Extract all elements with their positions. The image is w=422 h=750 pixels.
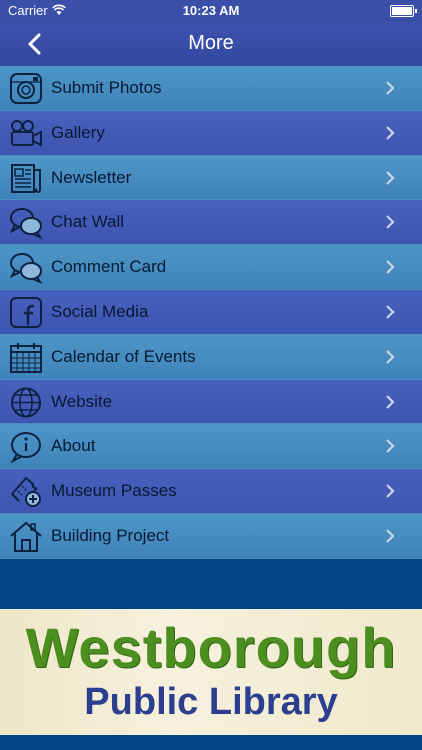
info-bubble-icon [10, 432, 41, 464]
chevron-right-icon [386, 484, 395, 498]
ticket-add-icon [11, 476, 41, 508]
menu-item-gallery[interactable]: Gallery [0, 110, 422, 156]
navigation-bar: More [0, 22, 422, 66]
comment-bubbles-icon [9, 253, 43, 285]
facebook-icon [10, 296, 42, 328]
menu-item-label: Submit Photos [51, 78, 162, 97]
menu-item-newsletter[interactable]: Newsletter [0, 155, 422, 201]
menu-item-label: Museum Passes [51, 481, 177, 501]
chevron-right-icon [386, 529, 395, 543]
footer-strip [0, 735, 422, 750]
menu-item-label: Building Project [51, 525, 170, 545]
chevron-right-icon [386, 126, 395, 140]
chevron-right-icon [386, 215, 395, 230]
menu-item-chat-wall[interactable]: Chat Wall [0, 200, 422, 246]
menu-item-about[interactable]: About [0, 424, 422, 470]
menu-item-label: Gallery [51, 122, 105, 142]
chevron-right-icon [386, 260, 395, 274]
chevron-right-icon [386, 305, 395, 319]
battery-icon [390, 5, 417, 17]
menu-item-label: Calendar of Events [51, 346, 196, 366]
menu-item-website[interactable]: Website [0, 379, 422, 425]
library-logo-banner[interactable]: Westborough Public Library [0, 609, 422, 735]
newspaper-icon [11, 163, 41, 193]
menu-item-label: About [51, 436, 96, 456]
menu-item-submit-photos[interactable]: Submit Photos [0, 66, 422, 111]
camera-icon [10, 73, 42, 104]
video-camera-icon [11, 119, 42, 147]
chevron-right-icon [386, 394, 395, 409]
calendar-icon [10, 342, 42, 373]
house-icon [10, 521, 42, 552]
chat-bubbles-icon [9, 208, 43, 240]
menu-item-comment-card[interactable]: Comment Card [0, 245, 422, 290]
menu-item-calendar-of-events[interactable]: Calendar of Events [0, 334, 422, 380]
status-bar: Carrier 10:23 AM [0, 0, 422, 22]
menu-item-label: Social Media [51, 301, 149, 321]
chevron-right-icon [386, 170, 395, 185]
logo-line-1: Westborough [25, 616, 397, 679]
menu-item-label: Comment Card [51, 257, 167, 277]
chevron-right-icon [386, 439, 395, 454]
clock: 10:23 AM [182, 3, 240, 18]
globe-icon [11, 387, 41, 418]
chevron-right-icon [386, 350, 395, 364]
menu-item-label: Website [51, 391, 113, 411]
page-title: More [188, 32, 234, 54]
menu-list: Submit Photos Gallery Newsletter Chat Wa… [0, 66, 422, 559]
menu-item-label: Newsletter [51, 167, 132, 187]
menu-item-label: Chat Wall [51, 212, 125, 232]
chevron-right-icon [386, 81, 395, 95]
menu-item-building-project[interactable]: Building Project [0, 513, 422, 559]
menu-item-social-media[interactable]: Social Media [0, 289, 422, 335]
logo-line-2: Public Library [84, 681, 338, 723]
menu-item-museum-passes[interactable]: Museum Passes [0, 469, 422, 514]
